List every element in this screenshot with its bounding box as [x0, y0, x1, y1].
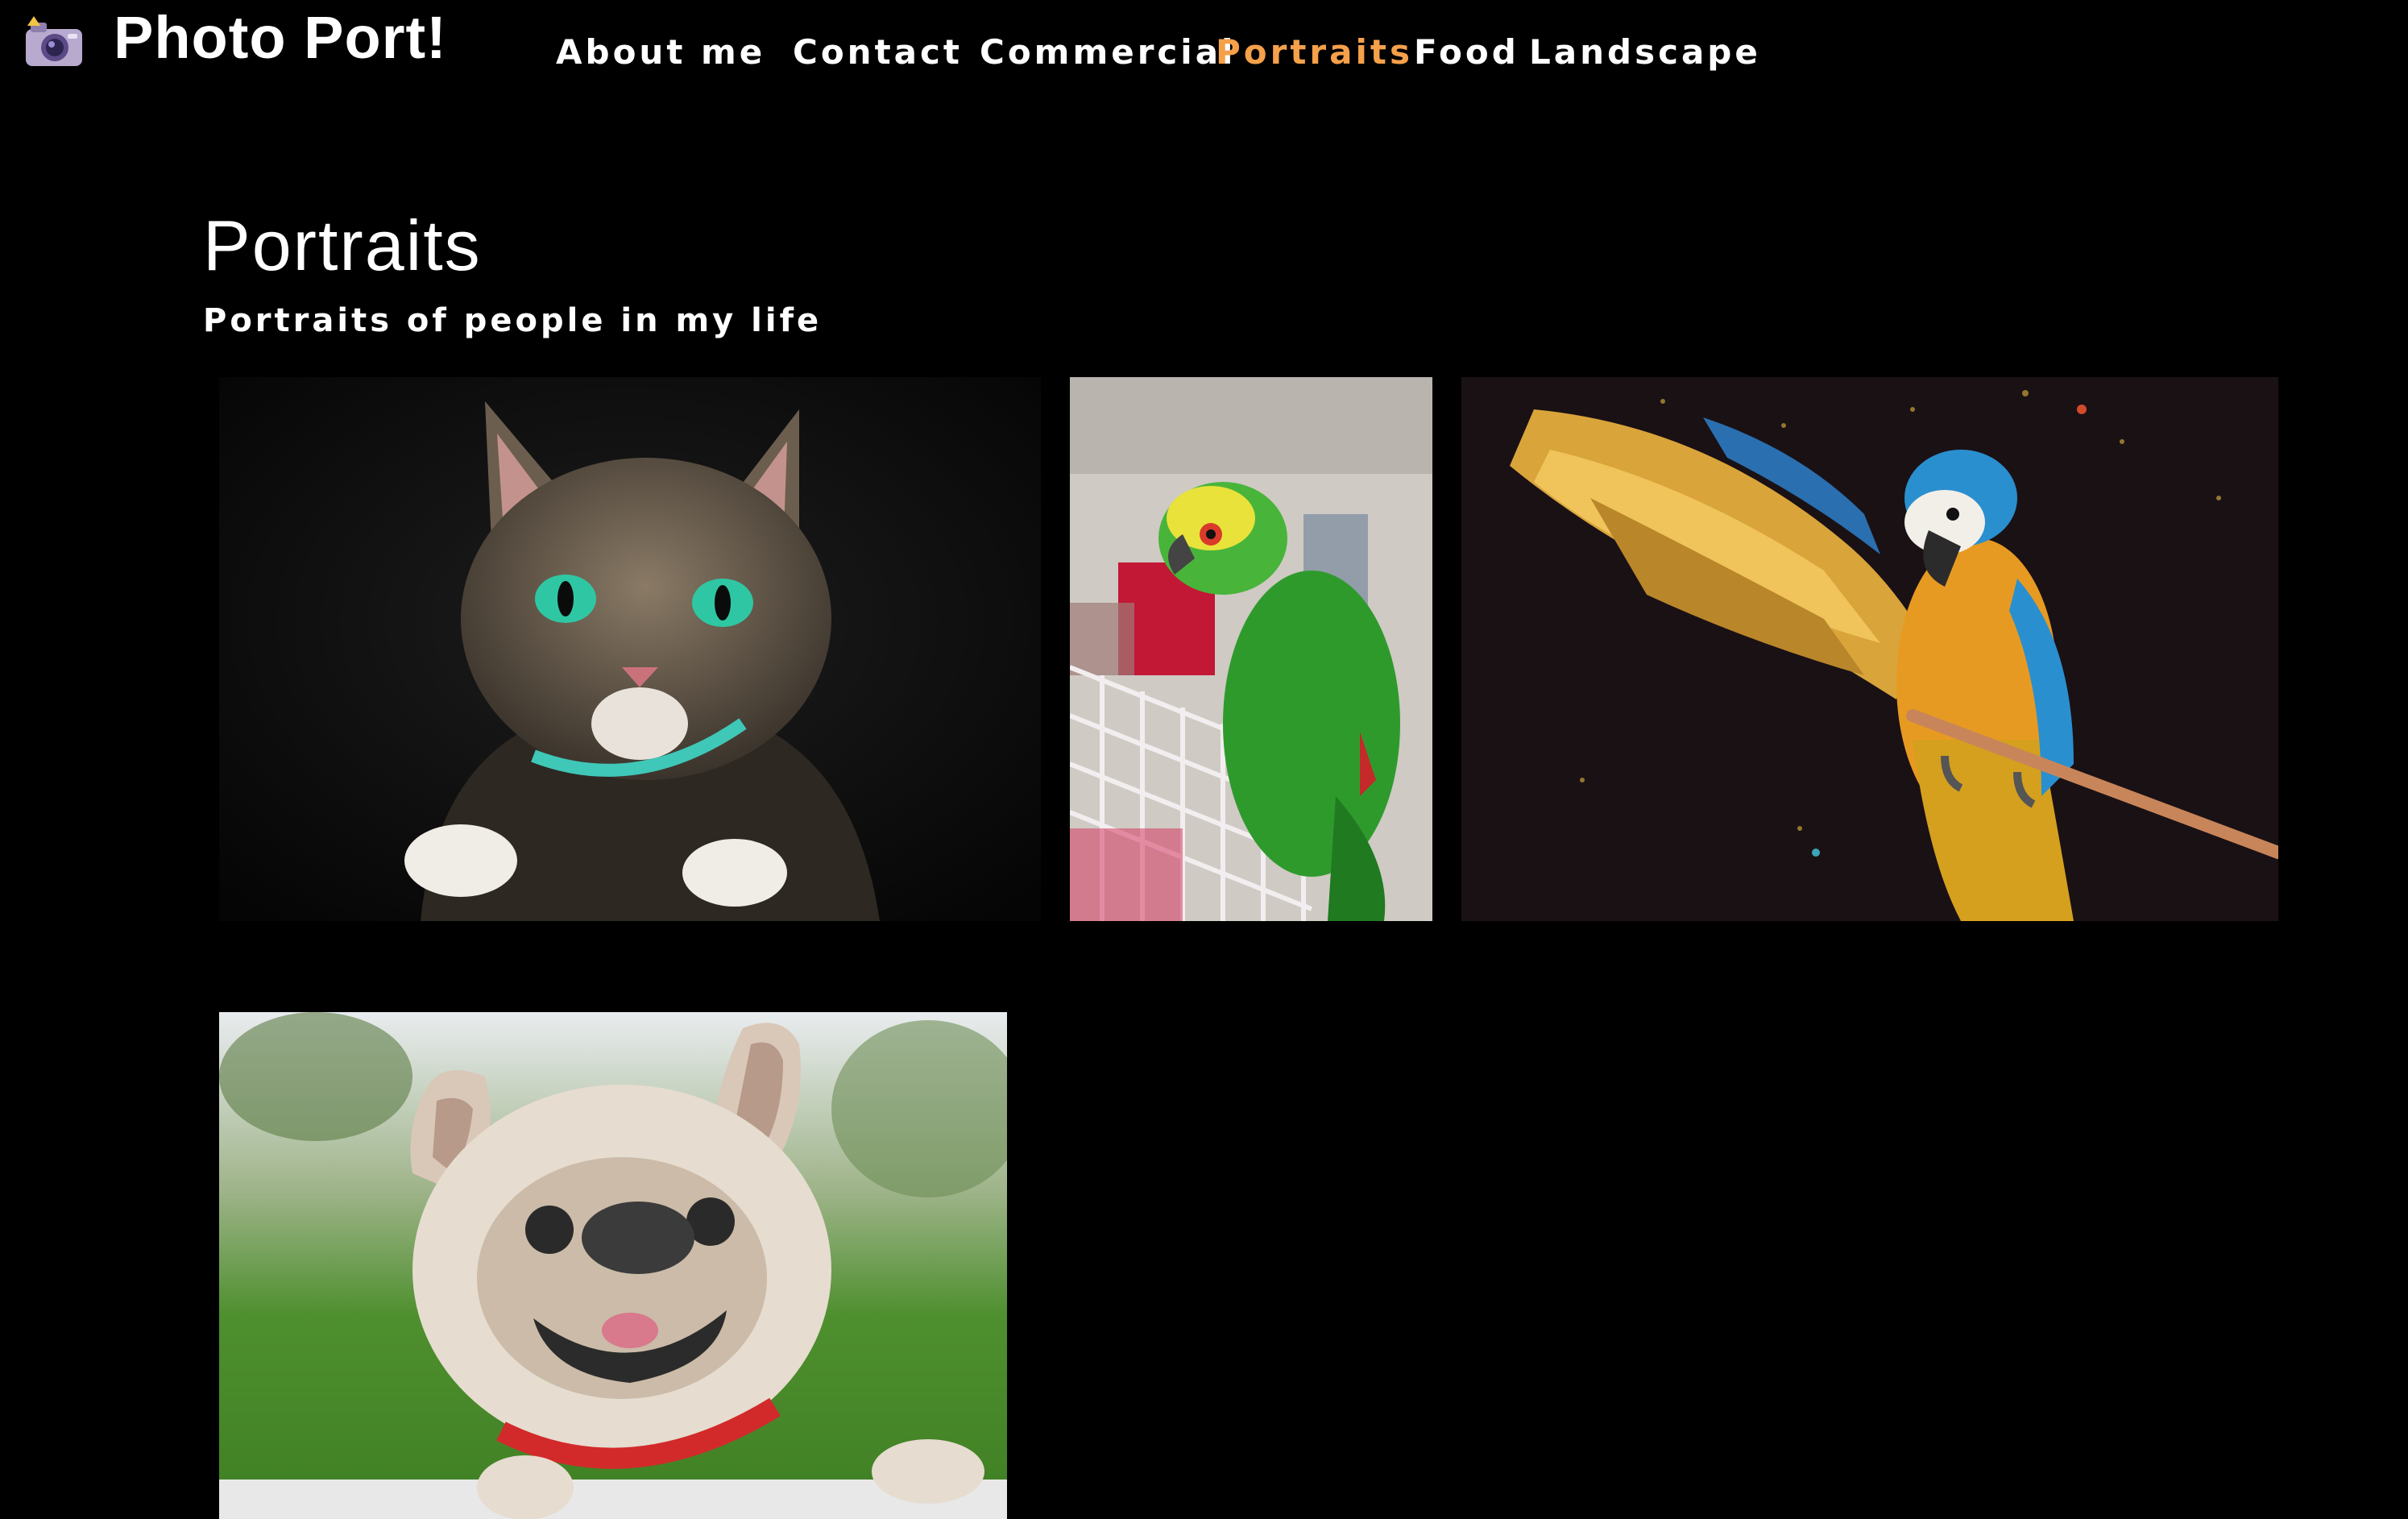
nav-item-landscape[interactable]: Landscape	[1529, 24, 1761, 81]
top-navigation-bar: Photo Port! About me Contact Commercial …	[0, 0, 2408, 105]
photo-green-parrot[interactable]	[1070, 377, 1432, 921]
photo-macaw[interactable]	[1461, 377, 2278, 921]
nav-item-contact[interactable]: Contact	[793, 24, 963, 81]
photo-cat[interactable]	[219, 377, 1041, 921]
camera-icon[interactable]	[23, 15, 85, 69]
page-title: Portraits	[203, 205, 482, 285]
nav-item-portraits[interactable]: Portraits	[1216, 24, 1413, 81]
nav-item-food[interactable]: Food	[1414, 24, 1519, 81]
photo-french-bulldog[interactable]	[219, 1012, 1007, 1519]
page-subtitle: Portraits of people in my life	[203, 302, 823, 339]
nav-item-commercial[interactable]: Commercial	[980, 24, 1236, 81]
site-brand[interactable]: Photo Port!	[114, 2, 447, 74]
nav-item-about-me[interactable]: About me	[556, 24, 765, 81]
